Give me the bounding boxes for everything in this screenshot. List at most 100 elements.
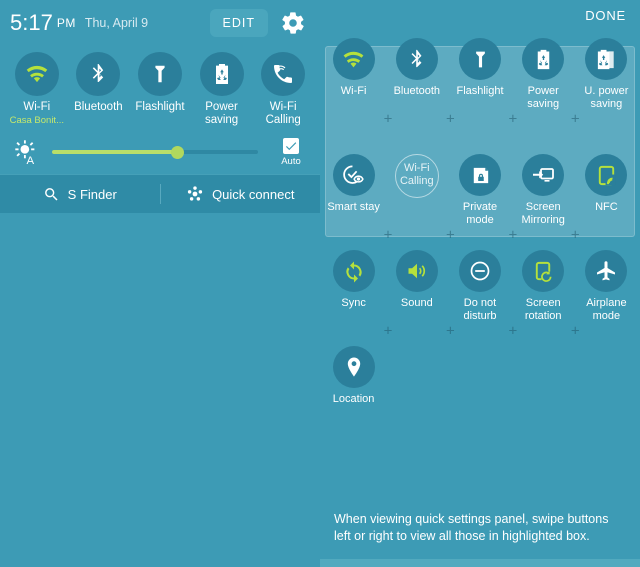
power-saving-icon — [199, 52, 244, 96]
edit-toggle-label: Bluetooth — [393, 85, 441, 97]
edit-toggle-label: Location — [332, 393, 375, 405]
edit-toggle-screen-mirroring[interactable]: Screen Mirroring — [512, 154, 575, 226]
edit-hint-text: When viewing quick settings panel, swipe… — [334, 512, 609, 543]
edit-toggle-label: Power saving — [527, 85, 560, 110]
plus-row-3: + + + + — [322, 322, 638, 340]
bottom-strip — [320, 559, 640, 567]
screenshot-root: 5:17 PM Thu, April 9 EDIT Wi-Fi Casa Bon… — [0, 0, 640, 567]
edit-empty-cell — [385, 346, 448, 406]
edit-toggle-sound[interactable]: Sound — [385, 250, 448, 322]
screen-rotation-icon — [522, 250, 565, 292]
brightness-auto-icon: A — [14, 139, 40, 165]
edit-toggle-label: Screen Mirroring — [521, 201, 565, 226]
plus-icon: + — [508, 322, 518, 340]
flashlight-icon — [459, 38, 501, 80]
edit-header: DONE — [320, 0, 640, 30]
flashlight-icon — [137, 52, 182, 96]
edit-empty-cell — [512, 346, 575, 406]
nfc-icon — [585, 154, 628, 196]
edit-toggle-label: Airplane mode — [586, 297, 627, 322]
edit-empty-cell — [575, 346, 638, 406]
s-finder-label: S Finder — [67, 186, 117, 202]
plus-row-2: + + + + — [322, 226, 638, 244]
finder-bar: S Finder Quick connect — [0, 174, 320, 213]
quick-toggle-wifi-calling[interactable]: Wi-Fi Calling — [252, 52, 314, 126]
edit-toggle-label: Screen rotation — [524, 297, 562, 322]
edit-row-1: Wi-Fi Bluetooth Flashlight Power saving … — [322, 38, 638, 110]
edit-toggle-nfc[interactable]: NFC — [575, 154, 638, 226]
edit-button[interactable]: EDIT — [209, 9, 268, 37]
plus-icon: + — [446, 226, 455, 244]
quick-toggle-label: Wi-Fi — [23, 101, 51, 113]
edit-toggle-power-saving[interactable]: Power saving — [512, 38, 575, 110]
edit-toggle-smart-stay[interactable]: Smart stay — [322, 154, 385, 226]
smart-stay-icon — [332, 154, 375, 196]
search-icon — [43, 186, 60, 203]
location-icon — [332, 346, 375, 388]
quick-settings-panel: 5:17 PM Thu, April 9 EDIT Wi-Fi Casa Bon… — [0, 0, 320, 567]
power-saving-icon — [522, 38, 565, 80]
gear-icon[interactable] — [280, 10, 306, 36]
wifi-calling-icon — [261, 52, 306, 96]
edit-toggle-flashlight[interactable]: Flashlight — [448, 38, 511, 110]
auto-label: Auto — [281, 155, 301, 167]
sound-icon — [395, 250, 438, 292]
edit-row-4: Location — [322, 346, 638, 406]
quick-settings-edit-panel: DONE Wi-Fi Bluetooth Flashlight Power sa… — [320, 0, 640, 567]
quick-toggle-row: Wi-Fi Casa Bonit... Bluetooth Flashlight — [0, 46, 320, 126]
edit-toggle-wifi[interactable]: Wi-Fi — [322, 38, 385, 110]
quick-toggle-label: Flashlight — [135, 101, 185, 113]
edit-toggle-location[interactable]: Location — [322, 346, 385, 406]
edit-toggle-bluetooth[interactable]: Bluetooth — [385, 38, 448, 110]
edit-toggle-sync[interactable]: Sync — [322, 250, 385, 322]
edit-toggle-label: Sound — [400, 297, 433, 309]
wifi-icon — [332, 38, 375, 80]
edit-row-3: Sync Sound Do not disturb Screen rotatio… — [322, 250, 638, 322]
quick-toggle-power-saving[interactable]: Power saving — [191, 52, 253, 126]
edit-toggle-label: Private mode — [462, 201, 498, 226]
quick-connect-button[interactable]: Quick connect — [161, 175, 321, 213]
quick-connect-icon — [186, 185, 204, 203]
plus-icon: + — [508, 110, 518, 128]
wifi-icon — [14, 52, 59, 96]
edit-toggle-wifi-calling-slot[interactable]: Wi-Fi Calling — [385, 154, 448, 226]
status-header: 5:17 PM Thu, April 9 EDIT — [0, 0, 320, 46]
plus-icon: + — [446, 322, 455, 340]
plus-icon: + — [383, 226, 393, 244]
quick-toggle-wifi[interactable]: Wi-Fi Casa Bonit... — [6, 52, 68, 126]
brightness-slider[interactable] — [52, 142, 258, 162]
edit-toggle-label: Wi-Fi — [340, 85, 367, 97]
plus-icon: + — [383, 322, 393, 340]
plus-icon: + — [570, 110, 580, 128]
quick-toggle-label: Power saving — [204, 101, 239, 126]
slider-knob[interactable] — [171, 145, 185, 159]
plus-icon: + — [446, 110, 455, 128]
done-button[interactable]: DONE — [585, 8, 626, 23]
edit-toggle-label: U. power saving — [584, 85, 629, 110]
wifi-network-name: Casa Bonit... — [9, 114, 64, 126]
slider-fill — [52, 150, 176, 154]
do-not-disturb-icon — [459, 250, 501, 292]
edit-toggle-label: Smart stay — [327, 201, 380, 213]
plus-row-1: + + + + — [322, 110, 638, 128]
quick-toggle-flashlight[interactable]: Flashlight — [129, 52, 191, 126]
auto-brightness-toggle[interactable]: Auto — [274, 137, 308, 167]
edit-toggle-label: Do not disturb — [463, 297, 497, 322]
brightness-row: A Auto — [0, 130, 320, 174]
plus-icon: + — [508, 226, 518, 244]
edit-toggle-do-not-disturb[interactable]: Do not disturb — [448, 250, 511, 322]
ultra-power-saving-icon — [585, 38, 628, 80]
screen-mirroring-icon — [522, 154, 565, 196]
edit-toggle-private-mode[interactable]: Private mode — [448, 154, 511, 226]
s-finder-button[interactable]: S Finder — [0, 175, 160, 213]
checkbox-checked-icon — [283, 137, 299, 154]
quick-toggle-bluetooth[interactable]: Bluetooth — [68, 52, 130, 126]
edit-toggle-airplane-mode[interactable]: Airplane mode — [575, 250, 638, 322]
edit-grid: Wi-Fi Bluetooth Flashlight Power saving … — [320, 38, 640, 406]
clock-ampm: PM — [56, 16, 76, 30]
plus-icon: + — [383, 110, 393, 128]
edit-row-2: Smart stay Wi-Fi Calling Private mode Sc… — [322, 154, 638, 226]
quick-connect-label: Quick connect — [212, 186, 295, 202]
edit-toggle-ultra-power-saving[interactable]: U. power saving — [575, 38, 638, 110]
edit-toggle-screen-rotation[interactable]: Screen rotation — [512, 250, 575, 322]
